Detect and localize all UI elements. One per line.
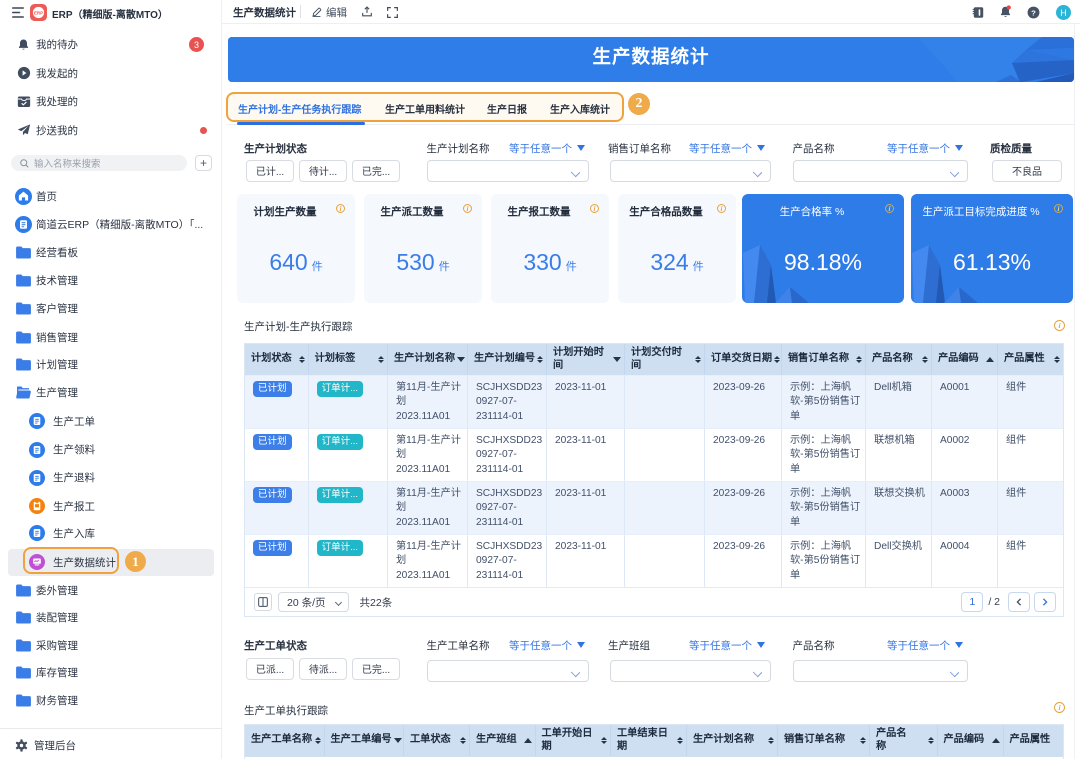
svg-text:?: ? <box>1031 8 1036 17</box>
svg-text:H: H <box>1060 7 1066 17</box>
svg-text:ERP: ERP <box>34 11 43 16</box>
